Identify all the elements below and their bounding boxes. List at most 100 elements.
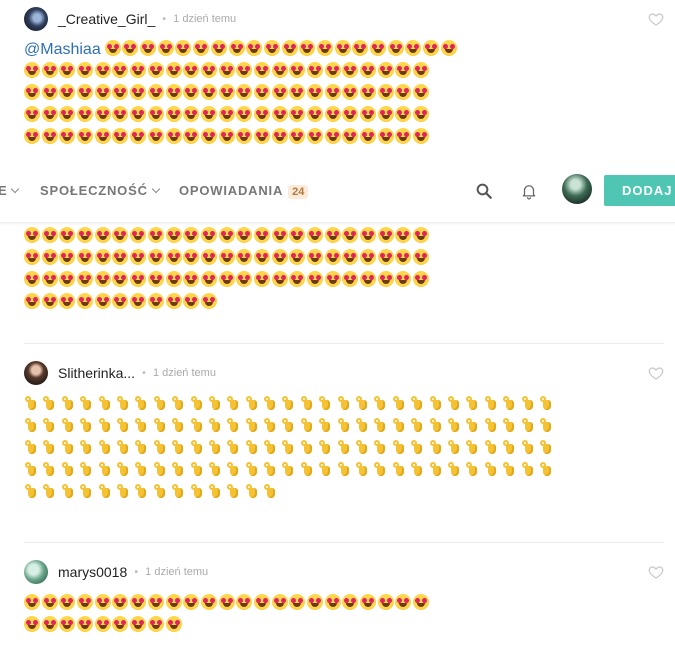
heart-eyes-emoji (236, 249, 253, 265)
heart-eyes-emoji (193, 40, 210, 56)
emoji-line (24, 247, 664, 269)
heart-eyes-emoji (130, 616, 147, 632)
ok-hand-emoji (300, 417, 314, 433)
heart-eyes-emoji (183, 249, 200, 265)
heart-eyes-emoji (165, 227, 182, 243)
heart-eyes-emoji (112, 128, 129, 144)
comment-divider (24, 542, 664, 543)
heart-icon[interactable] (648, 11, 664, 27)
bell-icon[interactable] (520, 182, 538, 200)
heart-eyes-emoji (360, 84, 377, 100)
heart-eyes-emoji (395, 249, 412, 265)
ok-hand-emoji (355, 439, 369, 455)
username[interactable]: marys0018 (58, 564, 127, 580)
nav-item-stories[interactable]: OPOWIADANIA 24 (179, 183, 309, 199)
heart-eyes-emoji (324, 227, 341, 243)
emoji-line (24, 459, 664, 481)
ok-hand-emoji (42, 439, 56, 455)
avatar[interactable] (24, 560, 48, 584)
ok-hand-emoji (190, 483, 204, 499)
avatar[interactable] (24, 361, 48, 385)
emoji-line (24, 481, 664, 503)
heart-eyes-emoji (253, 128, 270, 144)
heart-eyes-emoji (246, 40, 263, 56)
heart-eyes-emoji (253, 106, 270, 122)
heart-eyes-emoji (200, 594, 217, 610)
ok-hand-emoji (245, 461, 259, 477)
heart-eyes-emoji (41, 84, 58, 100)
heart-eyes-emoji (413, 84, 430, 100)
heart-eyes-emoji (370, 40, 387, 56)
avatar[interactable] (24, 7, 48, 31)
ok-hand-emoji (98, 439, 112, 455)
ok-hand-emoji (539, 395, 553, 411)
ok-hand-emoji (171, 417, 185, 433)
heart-icon[interactable] (648, 564, 664, 580)
ok-hand-emoji (153, 439, 167, 455)
heart-eyes-emoji (165, 62, 182, 78)
nav-item-truncated[interactable]: E (0, 183, 20, 198)
heart-eyes-emoji (59, 106, 76, 122)
ok-hand-emoji (373, 461, 387, 477)
heart-eyes-emoji (271, 249, 288, 265)
ok-hand-emoji (245, 395, 259, 411)
heart-eyes-emoji (112, 293, 129, 309)
heart-eyes-emoji (289, 249, 306, 265)
emoji-line (24, 415, 664, 437)
heart-eyes-emoji (307, 271, 323, 287)
heart-eyes-emoji (289, 62, 306, 78)
timestamp: 1 dzień temu (145, 566, 209, 578)
ok-hand-emoji (226, 439, 240, 455)
search-icon[interactable] (475, 182, 493, 200)
mention-link[interactable]: @Mashiaa (24, 41, 101, 58)
heart-eyes-emoji (377, 594, 394, 610)
heart-eyes-emoji (236, 594, 253, 610)
heart-eyes-emoji (200, 227, 217, 243)
ok-hand-emoji (134, 483, 148, 499)
heart-eyes-emoji (112, 84, 129, 100)
heart-eyes-emoji (183, 293, 200, 309)
heart-eyes-emoji (413, 128, 430, 144)
ok-hand-emoji (465, 417, 479, 433)
username[interactable]: Slitherinka... (58, 365, 135, 381)
heart-eyes-emoji (236, 62, 253, 78)
heart-icon[interactable] (648, 365, 664, 381)
ok-hand-emoji (465, 461, 479, 477)
heart-eyes-emoji (183, 106, 200, 122)
comment-header: Slitherinka... • 1 dzień temu (24, 359, 664, 387)
ok-hand-emoji (392, 395, 406, 411)
nav-item-community[interactable]: SPOŁECZNOŚĆ (40, 183, 161, 198)
username[interactable]: _Creative_Girl_ (58, 11, 155, 27)
heart-eyes-emoji (271, 594, 288, 610)
ok-hand-emoji (337, 395, 351, 411)
heart-eyes-emoji (59, 128, 76, 144)
heart-eyes-emoji (236, 271, 253, 287)
heart-eyes-emoji (200, 271, 217, 287)
timestamp: 1 dzień temu (152, 367, 216, 379)
heart-eyes-emoji (395, 84, 412, 100)
ok-hand-emoji (281, 395, 295, 411)
user-avatar[interactable] (562, 174, 592, 204)
ok-hand-emoji (355, 395, 369, 411)
ok-hand-emoji (98, 483, 112, 499)
heart-eyes-emoji (165, 84, 182, 100)
heart-eyes-emoji (307, 62, 323, 78)
timestamp: 1 dzień temu (173, 13, 237, 25)
heart-eyes-emoji (41, 293, 58, 309)
heart-eyes-emoji (77, 106, 94, 122)
heart-eyes-emoji (130, 106, 147, 122)
heart-eyes-emoji (77, 594, 94, 610)
ok-hand-emoji (116, 395, 130, 411)
ok-hand-emoji (521, 417, 535, 433)
ok-hand-emoji (281, 417, 295, 433)
heart-eyes-emoji (165, 271, 182, 287)
ok-hand-emoji (98, 417, 112, 433)
heart-eyes-emoji (200, 84, 217, 100)
ok-hand-emoji (226, 483, 240, 499)
ok-hand-emoji (153, 417, 167, 433)
heart-eyes-emoji (147, 594, 164, 610)
add-button[interactable]: DODAJ (604, 175, 675, 206)
heart-eyes-emoji (324, 594, 341, 610)
ok-hand-emoji (190, 439, 204, 455)
ok-hand-emoji (79, 395, 93, 411)
